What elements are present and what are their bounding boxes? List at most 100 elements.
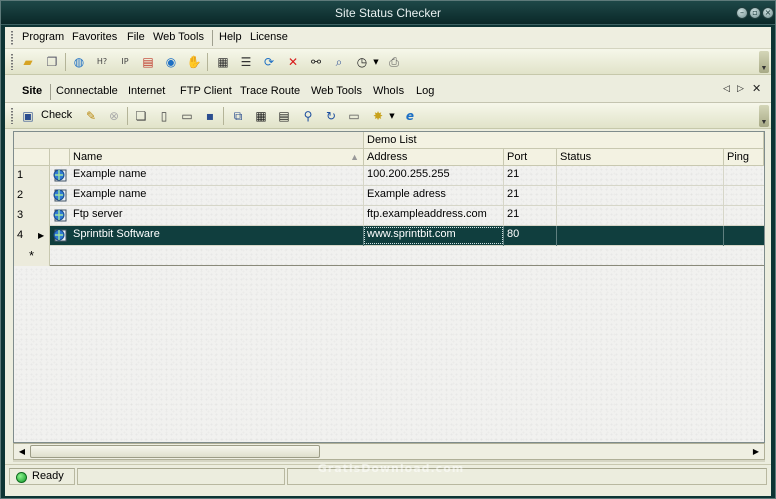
group-header-empty (14, 132, 364, 149)
scroll-thumb[interactable] (30, 445, 320, 458)
row-header-corner[interactable] (14, 149, 50, 166)
clock-dropdown-icon[interactable]: ▼ (371, 53, 381, 71)
tab-trace-route[interactable]: Trace Route (240, 85, 300, 97)
horizontal-scrollbar[interactable]: ◀ ▶ (13, 443, 765, 460)
table-row-selected[interactable]: 4 ▶ Sprintbit Software www.sprintbit.com… (14, 226, 764, 246)
tab-ftp-client[interactable]: FTP Client (180, 85, 232, 97)
column-header-port[interactable]: Port (504, 149, 557, 166)
cell-address[interactable]: ftp.exampleaddress.com (364, 206, 504, 226)
grid-view-icon[interactable]: ▦ (252, 107, 270, 125)
hand-icon[interactable]: ✋ (185, 53, 203, 71)
column-header-name[interactable]: Name ▲ (70, 149, 364, 166)
windows-icon[interactable]: ⧉ (229, 107, 247, 125)
cell-name[interactable]: Example name (70, 186, 364, 206)
network-icon[interactable]: ▤ (139, 53, 157, 71)
new-document-icon[interactable]: ▯ (155, 107, 173, 125)
row-number[interactable]: 2 (14, 186, 50, 206)
column-header-address[interactable]: Address (364, 149, 504, 166)
menu-program[interactable]: Program (22, 31, 64, 43)
host-icon[interactable]: H? (93, 53, 111, 71)
cell-status[interactable] (557, 206, 724, 226)
search-doc-icon[interactable]: ⌕ (330, 53, 348, 71)
minimize-button[interactable]: – (736, 7, 748, 19)
tab-scroll-right-icon[interactable]: ▷ (737, 84, 744, 94)
menu-help[interactable]: Help (219, 31, 242, 43)
open-folder-icon[interactable]: ▰ (19, 53, 37, 71)
tab-scroll-left-icon[interactable]: ◁ (723, 84, 730, 94)
menu-favorites[interactable]: Favorites (72, 31, 117, 43)
tab-web-tools[interactable]: Web Tools (311, 85, 362, 97)
cell-address[interactable]: Example adress (364, 186, 504, 206)
new-row[interactable]: * (14, 246, 764, 266)
menu-web-tools[interactable]: Web Tools (153, 31, 204, 43)
find-user-icon[interactable]: ⚲ (299, 107, 317, 125)
list-icon[interactable]: ☰ (237, 53, 255, 71)
cell-port[interactable]: 21 (504, 166, 557, 186)
tab-close-icon[interactable]: ✕ (752, 82, 761, 95)
cell-name[interactable]: Example name (70, 166, 364, 186)
cell-port[interactable]: 21 (504, 186, 557, 206)
check-button[interactable]: Check (41, 109, 72, 121)
refresh-search-icon[interactable]: ↻ (322, 107, 340, 125)
scroll-right-icon[interactable]: ▶ (748, 444, 764, 459)
ip-icon[interactable]: IP (116, 53, 134, 71)
row-number[interactable]: 4 ▶ (14, 226, 50, 246)
star-dropdown-icon[interactable]: ▼ (387, 107, 397, 125)
tab-site[interactable]: Site (22, 85, 42, 97)
toolbar-grip[interactable] (11, 54, 14, 70)
monitor-icon[interactable]: ▭ (345, 107, 363, 125)
properties-icon[interactable]: ▦ (214, 53, 232, 71)
toolbar-separator (65, 53, 66, 71)
cell-address[interactable]: 100.200.255.255 (364, 166, 504, 186)
cell-status[interactable] (557, 226, 724, 246)
save-icon[interactable]: ▪ (201, 107, 219, 125)
star-folder-icon[interactable]: ✸ (369, 107, 387, 125)
tab-internet[interactable]: Internet (128, 85, 165, 97)
new-row-marker[interactable]: * (14, 246, 50, 266)
column-header-ping[interactable]: Ping (724, 149, 764, 166)
refresh-icon[interactable]: ⟳ (260, 53, 278, 71)
split-view-icon[interactable]: ▤ (275, 107, 293, 125)
printer-icon[interactable]: ⎙ (385, 53, 403, 71)
binoculars-icon[interactable]: ⚯ (307, 53, 325, 71)
close-button[interactable]: × (762, 7, 774, 19)
table-row[interactable]: 2 Example name Example adress 21 (14, 186, 764, 206)
tools-globe-icon[interactable]: ◉ (162, 53, 180, 71)
delete-icon[interactable]: ✕ (284, 53, 302, 71)
icon-column-header[interactable] (50, 149, 70, 166)
check-icon[interactable]: ▣ (19, 107, 37, 125)
toolbar-overflow-button[interactable]: ▼ (759, 51, 769, 73)
row-number[interactable]: 1 (14, 166, 50, 186)
menu-file[interactable]: File (127, 31, 145, 43)
group-header-demo-list: Demo List (364, 132, 764, 149)
paste-icon[interactable]: ❏ (132, 107, 150, 125)
scroll-left-icon[interactable]: ◀ (14, 444, 30, 459)
tab-log[interactable]: Log (416, 85, 434, 97)
cell-name[interactable]: Sprintbit Software (70, 226, 364, 246)
clock-icon[interactable]: ◷ (353, 53, 371, 71)
cell-status[interactable] (557, 186, 724, 206)
comment-icon[interactable]: ▭ (178, 107, 196, 125)
row-number[interactable]: 3 (14, 206, 50, 226)
menu-license[interactable]: License (250, 31, 288, 43)
tab-whois[interactable]: WhoIs (373, 85, 404, 97)
save-copy-icon[interactable]: ❐ (43, 53, 61, 71)
globe-icon[interactable]: ◍ (70, 53, 88, 71)
cancel-icon[interactable]: ⊗ (105, 107, 123, 125)
table-row[interactable]: 1 Example name 100.200.255.255 21 (14, 166, 764, 186)
cell-port[interactable]: 80 (504, 226, 557, 246)
column-header-status[interactable]: Status (557, 149, 724, 166)
internet-explorer-icon[interactable]: e (401, 107, 419, 125)
edit-note-icon[interactable]: ✎ (82, 107, 100, 125)
maximize-button[interactable]: ▫ (749, 7, 761, 19)
menubar-grip[interactable] (11, 31, 14, 45)
title-bar[interactable]: Site Status Checker – ▫ × (1, 1, 775, 25)
site-toolbar-grip[interactable] (11, 108, 14, 124)
cell-port[interactable]: 21 (504, 206, 557, 226)
site-toolbar-overflow-button[interactable]: ▼ (759, 105, 769, 127)
tab-connectable[interactable]: Connectable (56, 85, 118, 97)
watermark-text: GratisDownload.com (317, 462, 465, 475)
cell-status[interactable] (557, 166, 724, 186)
table-row[interactable]: 3 Ftp server ftp.exampleaddress.com 21 (14, 206, 764, 226)
cell-name[interactable]: Ftp server (70, 206, 364, 226)
